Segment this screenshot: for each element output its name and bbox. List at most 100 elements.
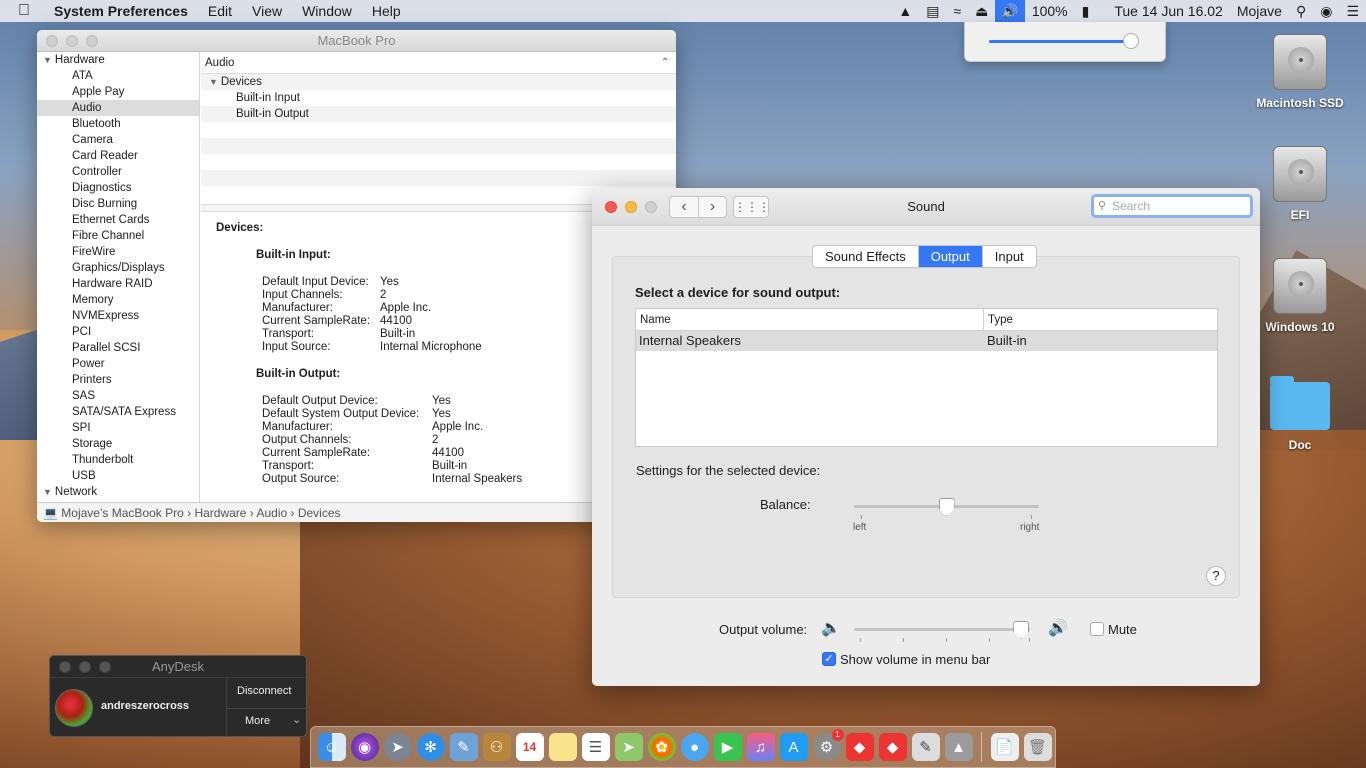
sidebar-item-thunderbolt[interactable]: Thunderbolt: [37, 452, 199, 468]
forward-arrow-icon[interactable]: ›: [698, 197, 726, 217]
spotlight-icon[interactable]: ⚲: [1289, 3, 1313, 20]
sidebar-item-ethernet-cards[interactable]: Ethernet Cards: [37, 212, 199, 228]
volume-icon[interactable]: 🔊: [995, 0, 1025, 22]
battery-icon[interactable]: ▮: [1075, 3, 1097, 20]
column-header-name[interactable]: Name: [636, 309, 984, 330]
reminders-icon[interactable]: ☰: [581, 733, 610, 761]
sidebar-item-fibre-channel[interactable]: Fibre Channel: [37, 228, 199, 244]
sidebar-item-hardware-raid[interactable]: Hardware RAID: [37, 276, 199, 292]
sidebar-item-sas[interactable]: SAS: [37, 388, 199, 404]
siri-icon[interactable]: ◉: [350, 733, 379, 761]
launchpad-icon[interactable]: ➤: [383, 733, 412, 761]
search-input[interactable]: ⚲ Search: [1091, 194, 1253, 218]
help-button[interactable]: ?: [1206, 566, 1226, 586]
system-preferences-icon[interactable]: ⚙ 1: [812, 729, 844, 761]
sidebar-item-apple-pay[interactable]: Apple Pay: [37, 84, 199, 100]
sidebar-item-diagnostics[interactable]: Diagnostics: [37, 180, 199, 196]
facetime-icon[interactable]: ▶: [713, 733, 742, 761]
archive-utility-icon[interactable]: ▲: [944, 733, 973, 761]
sidebar-item-storage[interactable]: Storage: [37, 436, 199, 452]
anydesk-alt-icon[interactable]: ◆: [878, 733, 907, 761]
more-button[interactable]: More: [245, 715, 270, 727]
menu-view[interactable]: View: [242, 3, 292, 19]
wifi-icon[interactable]: ≈: [946, 3, 968, 19]
device-group-row[interactable]: ▼ Devices: [201, 74, 676, 90]
sidebar-item-power[interactable]: Power: [37, 356, 199, 372]
battery-percent[interactable]: 100%: [1025, 3, 1075, 19]
sidebar-item-audio[interactable]: Audio: [37, 100, 199, 116]
sort-chevron-icon[interactable]: ⌃: [660, 52, 670, 74]
sidebar-category-network[interactable]: ▼ Network: [37, 484, 199, 500]
anydesk-icon[interactable]: ◆: [845, 733, 874, 761]
output-volume-slider-thumb[interactable]: [1013, 621, 1030, 639]
balance-slider-thumb[interactable]: [938, 498, 955, 516]
menu-window[interactable]: Window: [292, 3, 362, 19]
sidebar-item-graphics-displays[interactable]: Graphics/Displays: [37, 260, 199, 276]
messages-icon[interactable]: ●: [680, 733, 709, 761]
show-volume-checkbox[interactable]: ✓: [822, 652, 836, 666]
device-list-header[interactable]: Audio ⌃: [201, 52, 676, 74]
tab-output[interactable]: Output: [917, 246, 982, 267]
sidebar-item-usb[interactable]: USB: [37, 468, 199, 484]
sidebar-item-sata-sata-express[interactable]: SATA/SATA Express: [37, 404, 199, 420]
show-all-button[interactable]: ⋮⋮⋮: [733, 196, 770, 218]
activity-monitor-icon[interactable]: ▤: [919, 3, 946, 20]
tab-input[interactable]: Input: [981, 246, 1036, 267]
contacts-icon[interactable]: ⚇: [482, 733, 511, 761]
table-row[interactable]: Internal Speakers Built-in: [636, 331, 1217, 351]
sidebar-item-memory[interactable]: Memory: [37, 292, 199, 308]
sidebar-item-camera[interactable]: Camera: [37, 132, 199, 148]
chevron-down-icon[interactable]: ⌄: [292, 713, 301, 726]
menu-edit[interactable]: Edit: [198, 3, 242, 19]
menu-app-name[interactable]: System Preferences: [40, 3, 198, 19]
disconnect-button[interactable]: Disconnect: [237, 685, 291, 697]
maps-icon[interactable]: ➤: [614, 733, 643, 761]
sidebar-item-bluetooth[interactable]: Bluetooth: [37, 116, 199, 132]
anydesk-status-icon[interactable]: ▲: [891, 3, 919, 19]
sidebar-item-spi[interactable]: SPI: [37, 420, 199, 436]
minimize-button[interactable]: [79, 661, 91, 673]
zoom-button[interactable]: [645, 201, 657, 213]
volume-menu-slider-track[interactable]: [989, 40, 1131, 43]
tab-sound-effects[interactable]: Sound Effects: [813, 246, 918, 267]
textedit-icon[interactable]: ✎: [911, 733, 940, 761]
device-row-built-in-output[interactable]: Built-in Output: [201, 106, 676, 122]
disclosure-triangle-icon[interactable]: ▼: [43, 55, 52, 65]
sidebar-item-parallel-scsi[interactable]: Parallel SCSI: [37, 340, 199, 356]
documents-stack-icon[interactable]: 📄: [990, 733, 1019, 761]
sidebar-category-hardware[interactable]: ▼ Hardware: [37, 52, 199, 68]
disclosure-triangle-icon[interactable]: ▼: [209, 77, 218, 87]
minimize-button[interactable]: [625, 201, 637, 213]
sidebar-item-disc-burning[interactable]: Disc Burning: [37, 196, 199, 212]
clock[interactable]: Tue 14 Jun 16.02: [1096, 3, 1229, 19]
sidebar-item-firewire[interactable]: FireWire: [37, 244, 199, 260]
close-button[interactable]: [46, 35, 58, 47]
close-button[interactable]: [605, 201, 617, 213]
notification-center-icon[interactable]: ☰: [1339, 3, 1366, 20]
close-button[interactable]: [59, 661, 71, 673]
sidebar-item-printers[interactable]: Printers: [37, 372, 199, 388]
output-volume-slider-track[interactable]: [854, 628, 1030, 631]
back-arrow-icon[interactable]: ‹: [670, 197, 698, 217]
preview-icon[interactable]: ✎: [449, 733, 478, 761]
notes-icon[interactable]: [548, 733, 577, 761]
sidebar-item-controller[interactable]: Controller: [37, 164, 199, 180]
app-store-icon[interactable]: A: [779, 733, 808, 761]
column-header-type[interactable]: Type: [984, 309, 1013, 330]
photos-icon[interactable]: ✿: [647, 733, 676, 761]
volume-menu-slider-knob[interactable]: [1122, 33, 1139, 49]
desktop-icon-windows-10[interactable]: Windows 10: [1245, 258, 1355, 334]
zoom-button[interactable]: [86, 35, 98, 47]
music-icon[interactable]: ♫: [746, 733, 775, 761]
minimize-button[interactable]: [66, 35, 78, 47]
zoom-button[interactable]: [99, 661, 111, 673]
menu-help[interactable]: Help: [362, 3, 411, 19]
user-menu[interactable]: Mojave: [1230, 3, 1289, 19]
mute-checkbox[interactable]: [1090, 622, 1104, 636]
trash-icon[interactable]: 🗑: [1023, 733, 1052, 761]
sidebar-item-card-reader[interactable]: Card Reader: [37, 148, 199, 164]
sidebar-item-pci[interactable]: PCI: [37, 324, 199, 340]
desktop-icon-doc[interactable]: Doc: [1245, 376, 1355, 452]
siri-icon[interactable]: ◉: [1313, 3, 1339, 20]
calendar-icon[interactable]: 14: [515, 733, 544, 761]
